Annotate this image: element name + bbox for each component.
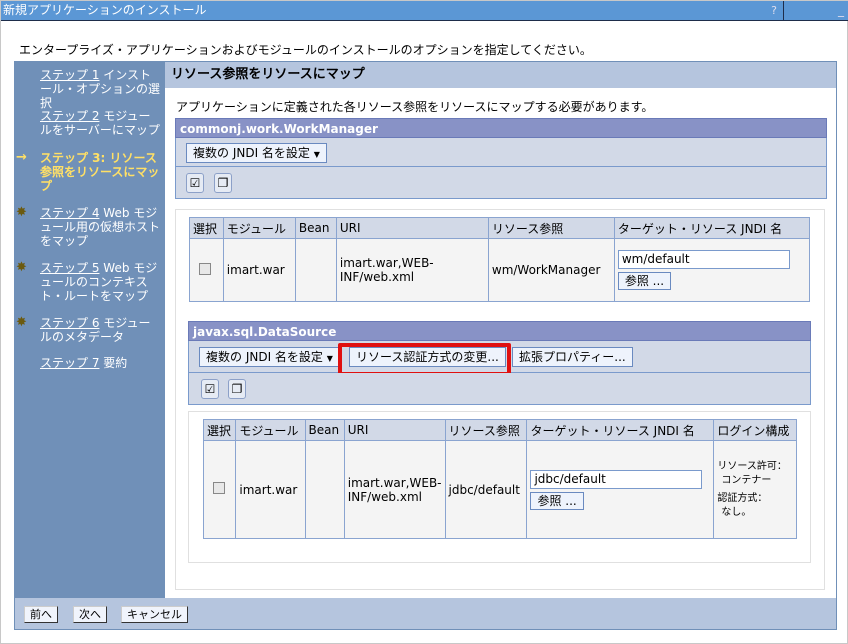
select-all-icon[interactable]: ☑ — [201, 379, 219, 399]
step-link[interactable]: ステップ 7 — [40, 356, 99, 370]
step-link[interactable]: ステップ 4 — [40, 206, 99, 220]
cell-uri: imart.war,WEB-INF/web.xml — [343, 440, 446, 539]
section-header-workmanager: commonj.work.WorkManager — [175, 118, 827, 138]
login-auth-value: コンテナー — [721, 474, 772, 486]
next-button[interactable]: 次へ — [73, 606, 107, 623]
step-3-current: → ステップ 3: リソース参照をリソースにマップ — [16, 151, 160, 194]
arrow-right-icon: → — [16, 150, 27, 165]
window-title-bar: 新規アプリケーションのインストール — [1, 1, 848, 21]
cell-module: imart.war — [235, 440, 306, 539]
jndi-name-input[interactable]: wm/default — [617, 250, 790, 269]
table-header-row: 選択 モジュール Bean URI リソース参照 ターゲット・リソース JNDI… — [202, 419, 797, 441]
row-checkbox[interactable] — [213, 482, 225, 494]
col-target-jndi: ターゲット・リソース JNDI 名 — [526, 419, 715, 441]
toolbar: 複数の JNDI 名を設定 ▼ — [175, 138, 827, 167]
col-uri: URI — [343, 419, 446, 441]
deselect-all-icon[interactable]: ❐ — [228, 379, 246, 399]
browse-button[interactable]: 参照 ... — [617, 272, 672, 290]
datasource-table: 選択 モジュール Bean URI リソース参照 ターゲット・リソース JNDI… — [202, 419, 797, 539]
step-link[interactable]: ステップ 5 — [40, 261, 99, 275]
login-method-label: 認証方式： — [717, 492, 768, 504]
set-multiple-jndi-dropdown[interactable]: 複数の JNDI 名を設定 ▼ — [199, 347, 340, 367]
col-select: 選択 — [189, 217, 224, 239]
step-number: ステップ 3: — [40, 151, 106, 165]
deselect-all-icon[interactable]: ❐ — [214, 173, 232, 193]
intro-text: エンタープライズ・アプリケーションおよびモジュールのインストールのオプションを指… — [19, 43, 592, 57]
row-checkbox[interactable] — [199, 262, 211, 275]
set-multiple-jndi-dropdown[interactable]: 複数の JNDI 名を設定 ▼ — [186, 143, 327, 163]
col-bean: Bean — [304, 419, 345, 441]
table-row: imart.war imart.war,WEB-INF/web.xml jdbc… — [202, 440, 797, 539]
col-module: モジュール — [235, 419, 306, 441]
help-icon[interactable]: ? — [767, 3, 781, 18]
required-step-icon: ✸ — [16, 260, 27, 275]
window-title: 新規アプリケーションのインストール — [3, 3, 207, 17]
col-select: 選択 — [202, 419, 237, 441]
step-1[interactable]: ステップ 1 インストール・オプションの選択 — [40, 68, 160, 110]
cell-uri: imart.war,WEB-INF/web.xml — [335, 238, 489, 302]
col-login-config: ログイン構成 — [713, 419, 797, 441]
cell-resource-ref: jdbc/default — [444, 440, 528, 539]
chevron-down-icon: ▼ — [313, 150, 320, 159]
selection-toolbar: ☑ ❐ — [188, 373, 811, 405]
cell-resource-ref: wm/WorkManager — [487, 238, 615, 302]
step-link[interactable]: ステップ 6 — [40, 316, 99, 330]
chevron-down-icon: ▼ — [326, 354, 333, 363]
step-5[interactable]: ✸ ステップ 5 Web モジュールのコンテキスト・ルートをマップ — [16, 261, 160, 304]
step-label: 要約 — [103, 356, 128, 370]
cell-bean — [304, 440, 345, 539]
cell-bean — [294, 238, 337, 302]
select-all-icon[interactable]: ☑ — [186, 173, 204, 193]
button-label: 複数の JNDI 名を設定 — [206, 350, 323, 364]
page-title: リソース参照をリソースにマップ — [165, 62, 836, 88]
step-6[interactable]: ✸ ステップ 6 モジュールのメタデータ — [16, 316, 160, 345]
minimize-icon[interactable]: _ — [835, 3, 847, 18]
previous-button[interactable]: 前へ — [24, 606, 58, 623]
table-header-row: 選択 モジュール Bean URI リソース参照 ターゲット・リソース JNDI… — [189, 217, 811, 239]
step-4[interactable]: ✸ ステップ 4 Web モジュール用の仮想ホストをマップ — [16, 206, 160, 249]
col-uri: URI — [335, 217, 489, 239]
extended-properties-button[interactable]: 拡張プロパティー... — [512, 347, 633, 367]
wizard-footer: 前へ 次へ キャンセル — [15, 598, 836, 629]
step-link[interactable]: ステップ 1 — [40, 68, 99, 82]
col-bean: Bean — [294, 217, 337, 239]
login-method-value: なし。 — [721, 506, 752, 518]
workmanager-table: 選択 モジュール Bean URI リソース参照 ターゲット・リソース JNDI… — [189, 217, 811, 302]
login-auth-label: リソース許可： — [717, 460, 787, 472]
section-header-datasource: javax.sql.DataSource — [188, 321, 811, 341]
page-description: アプリケーションに定義された各リソース参照をリソースにマップする必要があります。 — [176, 100, 654, 114]
col-resource-ref: リソース参照 — [487, 217, 615, 239]
step-7[interactable]: ステップ 7 要約 — [40, 356, 160, 370]
table-row: imart.war imart.war,WEB-INF/web.xml wm/W… — [189, 238, 811, 302]
col-module: モジュール — [222, 217, 296, 239]
required-step-icon: ✸ — [16, 315, 27, 330]
jndi-name-input[interactable]: jdbc/default — [530, 469, 703, 489]
selection-toolbar: ☑ ❐ — [175, 167, 827, 199]
cell-login-config: リソース許可： コンテナー 認証方式： なし。 — [713, 440, 797, 539]
highlight-box — [338, 343, 511, 376]
cell-module: imart.war — [222, 238, 296, 302]
browse-button[interactable]: 参照 ... — [530, 491, 584, 510]
button-label: 複数の JNDI 名を設定 — [193, 146, 310, 160]
step-link[interactable]: ステップ 2 — [40, 109, 99, 123]
step-2[interactable]: ステップ 2 モジュールをサーバーにマップ — [40, 109, 160, 137]
title-separator — [783, 1, 784, 21]
required-step-icon: ✸ — [16, 205, 27, 220]
wizard-steps-sidebar: ステップ 1 インストール・オプションの選択 ステップ 2 モジュールをサーバー… — [14, 62, 165, 598]
cancel-button[interactable]: キャンセル — [121, 606, 188, 623]
col-target-jndi: ターゲット・リソース JNDI 名 — [613, 217, 811, 239]
col-resource-ref: リソース参照 — [444, 419, 528, 441]
